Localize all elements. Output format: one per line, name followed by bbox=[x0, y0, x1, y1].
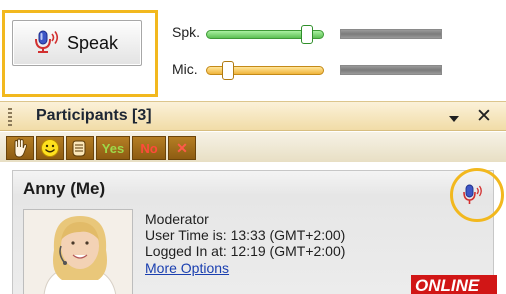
raise-hand-icon bbox=[14, 138, 28, 158]
mic-level-meter bbox=[340, 65, 442, 75]
dropdown-arrow-icon bbox=[449, 116, 459, 122]
clear-status-button[interactable]: ✕ bbox=[168, 136, 196, 160]
yes-button-label: Yes bbox=[101, 140, 125, 156]
no-button-label: No bbox=[140, 140, 158, 156]
participant-role: Moderator bbox=[145, 211, 209, 227]
smiley-icon bbox=[41, 139, 59, 157]
smiley-button[interactable] bbox=[36, 136, 64, 160]
participant-user-time: User Time is: 13:33 (GMT+2:00) bbox=[145, 227, 346, 243]
panel-title: Participants [3] bbox=[36, 107, 152, 124]
clear-status-label: ✕ bbox=[176, 139, 188, 156]
participant-card[interactable]: Anny (Me) Moderator User Time is: 13:33 … bbox=[12, 170, 497, 294]
speak-button-label: Speak bbox=[67, 32, 119, 53]
panel-close-button[interactable]: ✕ bbox=[476, 105, 492, 127]
participant-logged-in: Logged In at: 12:19 (GMT+2:00) bbox=[145, 243, 346, 259]
mic-highlight-circle bbox=[450, 168, 504, 222]
drag-grip[interactable] bbox=[8, 108, 12, 126]
participant-toolbar: Yes No ✕ bbox=[0, 132, 506, 162]
panel-menu-dropdown[interactable] bbox=[448, 109, 460, 128]
online-status-badge: ONLINE bbox=[411, 275, 497, 294]
applause-icon bbox=[72, 140, 86, 157]
participants-panel-header: Participants [3] ✕ bbox=[0, 101, 506, 131]
yes-button[interactable]: Yes bbox=[96, 136, 130, 160]
speaker-level-meter bbox=[340, 29, 442, 39]
mic-slider-thumb[interactable] bbox=[221, 61, 234, 80]
raise-hand-button[interactable] bbox=[6, 136, 34, 160]
microphone-icon bbox=[31, 28, 61, 58]
participant-name: Anny (Me) bbox=[23, 179, 106, 198]
participant-list: Anny (Me) Moderator User Time is: 13:33 … bbox=[0, 162, 506, 294]
no-button[interactable]: No bbox=[132, 136, 166, 160]
speaker-slider-thumb[interactable] bbox=[301, 25, 314, 44]
more-options-link[interactable]: More Options bbox=[145, 260, 229, 276]
mic-label: Mic. bbox=[172, 61, 198, 77]
applause-button[interactable] bbox=[66, 136, 94, 160]
participant-avatar bbox=[23, 209, 133, 294]
speak-button[interactable]: Speak bbox=[12, 20, 142, 66]
audio-controls: Speak Spk. Mic. bbox=[0, 0, 506, 100]
speaker-label: Spk. bbox=[172, 24, 201, 40]
